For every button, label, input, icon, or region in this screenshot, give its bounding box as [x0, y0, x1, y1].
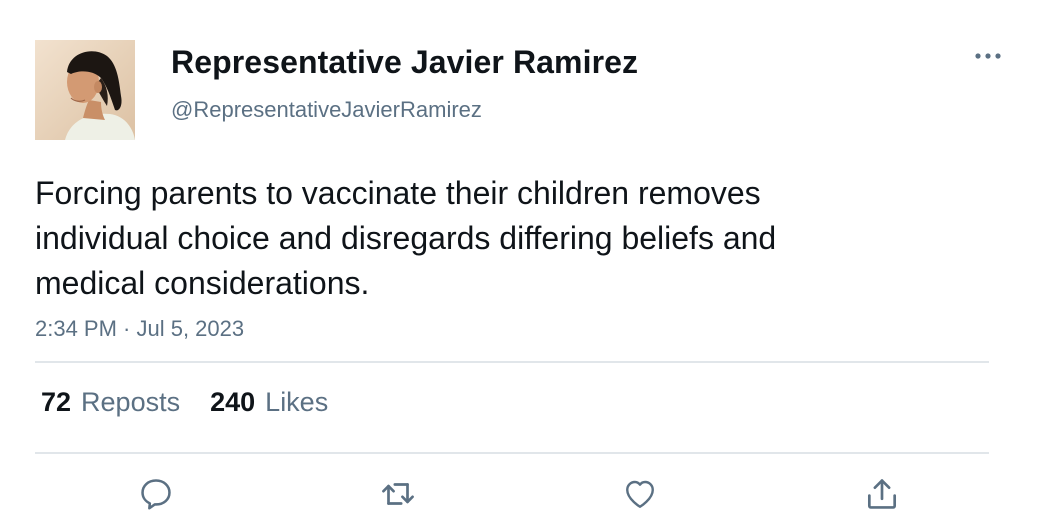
heart-icon [626, 480, 654, 508]
like-button[interactable] [620, 474, 660, 514]
reposts-count: 72 [41, 387, 72, 417]
tweet-timestamp[interactable]: 2:34 PM · Jul 5, 2023 [35, 316, 244, 342]
avatar-photo [35, 40, 135, 140]
reposts-label: Reposts [81, 387, 181, 417]
ellipsis-icon [975, 53, 1001, 59]
author-handle[interactable]: @RepresentativeJavierRamirez [171, 97, 482, 123]
share-button[interactable] [862, 474, 902, 514]
engagement-stats: 72 Reposts 240 Likes [41, 387, 358, 418]
repost-button[interactable] [378, 474, 418, 514]
likes-count: 240 [210, 387, 256, 417]
likes-label: Likes [265, 387, 329, 417]
share-icon [867, 479, 897, 509]
divider [35, 361, 989, 363]
avatar[interactable] [35, 40, 135, 140]
tweet-text: Forcing parents to vaccinate their child… [35, 175, 777, 301]
repost-icon [382, 483, 414, 505]
likes-stat[interactable]: 240 Likes [210, 387, 328, 418]
author-display-name[interactable]: Representative Javier Ramirez [171, 44, 638, 81]
reposts-stat[interactable]: 72 Reposts [41, 387, 180, 418]
reply-icon [141, 479, 171, 510]
more-options-button[interactable] [968, 38, 1008, 74]
divider [35, 452, 989, 454]
reply-button[interactable] [136, 474, 176, 514]
